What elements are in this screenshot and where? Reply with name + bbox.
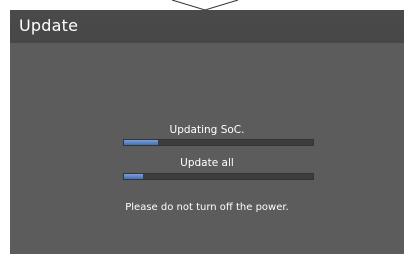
progress-label-soc: Updating SoC. (169, 124, 245, 136)
title-bar: Update (10, 10, 404, 43)
progress-label-all: Update all (180, 157, 234, 169)
power-warning: Please do not turn off the power. (125, 202, 289, 213)
progress-bar-all (123, 173, 314, 180)
progress-bar-soc (123, 139, 314, 146)
progress-fill-all (124, 174, 143, 179)
page-title: Update (19, 16, 79, 35)
update-screen: Update Updating SoC. Update all Please d… (10, 10, 404, 254)
update-content: Updating SoC. Update all Please do not t… (10, 43, 404, 254)
progress-fill-soc (124, 140, 159, 145)
